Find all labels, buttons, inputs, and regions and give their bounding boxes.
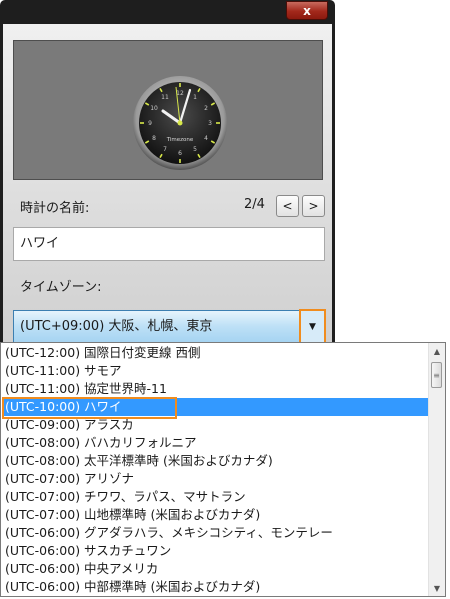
timezone-option[interactable]: (UTC-06:00) 中央アメリカ <box>2 560 430 578</box>
clock-numeral: 11 <box>161 94 169 101</box>
timezone-option[interactable]: (UTC-07:00) 山地標準時 (米国およびカナダ) <box>2 506 430 524</box>
gadget-window: x 12 1 2 3 4 5 6 7 8 9 10 11 Timezone 時計… <box>0 0 335 345</box>
timezone-option-selected[interactable]: (UTC-10:00) ハワイ <box>2 397 430 419</box>
clock-numeral: 2 <box>204 105 208 112</box>
timezone-dropdown-list[interactable]: (UTC-12:00) 国際日付変更線 西側 (UTC-11:00) サモア (UT… <box>0 342 446 597</box>
clock-face-label: Timezone <box>166 137 194 143</box>
clock-name-label: 時計の名前: <box>20 201 90 216</box>
page-indicator: 2/4 <box>244 197 265 212</box>
timezone-option[interactable]: (UTC-08:00) 太平洋標準時 (米国およびカナダ) <box>2 452 430 470</box>
timezone-option[interactable]: (UTC-07:00) アリゾナ <box>2 470 430 488</box>
timezone-option[interactable]: (UTC-09:00) アラスカ <box>2 416 430 434</box>
dropdown-arrow-button[interactable]: ▼ <box>299 309 326 345</box>
scroll-up-icon[interactable]: ▲ <box>429 343 445 359</box>
clock-numeral: 5 <box>193 146 197 153</box>
clock-name-input[interactable]: ハワイ <box>13 227 325 261</box>
next-button[interactable]: > <box>302 195 325 217</box>
clock-icon: 121234567891011 Timezone <box>133 76 227 170</box>
settings-panel: 12 1 2 3 4 5 6 7 8 9 10 11 Timezone 時計の名前: 2/4 < > … <box>3 24 332 345</box>
previous-button[interactable]: < <box>276 195 299 217</box>
timezone-option[interactable]: (UTC-08:00) バハカリフォルニア <box>2 434 430 452</box>
clock-numeral: 8 <box>152 135 156 142</box>
timezone-label: タイムゾーン: <box>20 280 102 295</box>
timezone-options: (UTC-12:00) 国際日付変更線 西側 (UTC-11:00) サモア (UT… <box>2 344 430 596</box>
timezone-option[interactable]: (UTC-12:00) 国際日付変更線 西側 <box>2 344 430 362</box>
timezone-select[interactable]: (UTC+09:00) 大阪、札幌、東京 <box>13 310 325 343</box>
title-bar: x <box>0 0 335 24</box>
timezone-option[interactable]: (UTC-07:00) チワワ、ラパス、マサトラン <box>2 488 430 506</box>
clock-numeral: 6 <box>178 150 182 157</box>
timezone-option[interactable]: (UTC-06:00) グアダラハラ、メキシコシティ、モンテレー <box>2 524 430 542</box>
clock-numeral: 9 <box>148 120 152 127</box>
clock-numeral: 7 <box>163 146 167 153</box>
timezone-option[interactable]: (UTC-11:00) 協定世界時-11 <box>2 380 430 398</box>
clock-numeral: 10 <box>150 105 158 112</box>
scroll-down-icon[interactable]: ▼ <box>429 580 445 596</box>
timezone-option[interactable]: (UTC-06:00) 中部標準時 (米国およびカナダ) <box>2 578 430 596</box>
scrollbar[interactable]: ▲ ≡ ▼ <box>428 343 445 596</box>
scrollbar-thumb[interactable]: ≡ <box>431 362 442 388</box>
close-button[interactable]: x <box>286 1 328 20</box>
chevron-down-icon: ▼ <box>309 322 316 332</box>
clock-numeral: 3 <box>208 120 212 127</box>
clock-preview: 12 1 2 3 4 5 6 7 8 9 10 11 Timezone <box>13 40 323 180</box>
timezone-option[interactable]: (UTC-11:00) サモア <box>2 362 430 380</box>
clock-numeral: 4 <box>204 135 208 142</box>
clock-numeral: 1 <box>193 94 197 101</box>
timezone-option[interactable]: (UTC-06:00) サスカチュワン <box>2 542 430 560</box>
